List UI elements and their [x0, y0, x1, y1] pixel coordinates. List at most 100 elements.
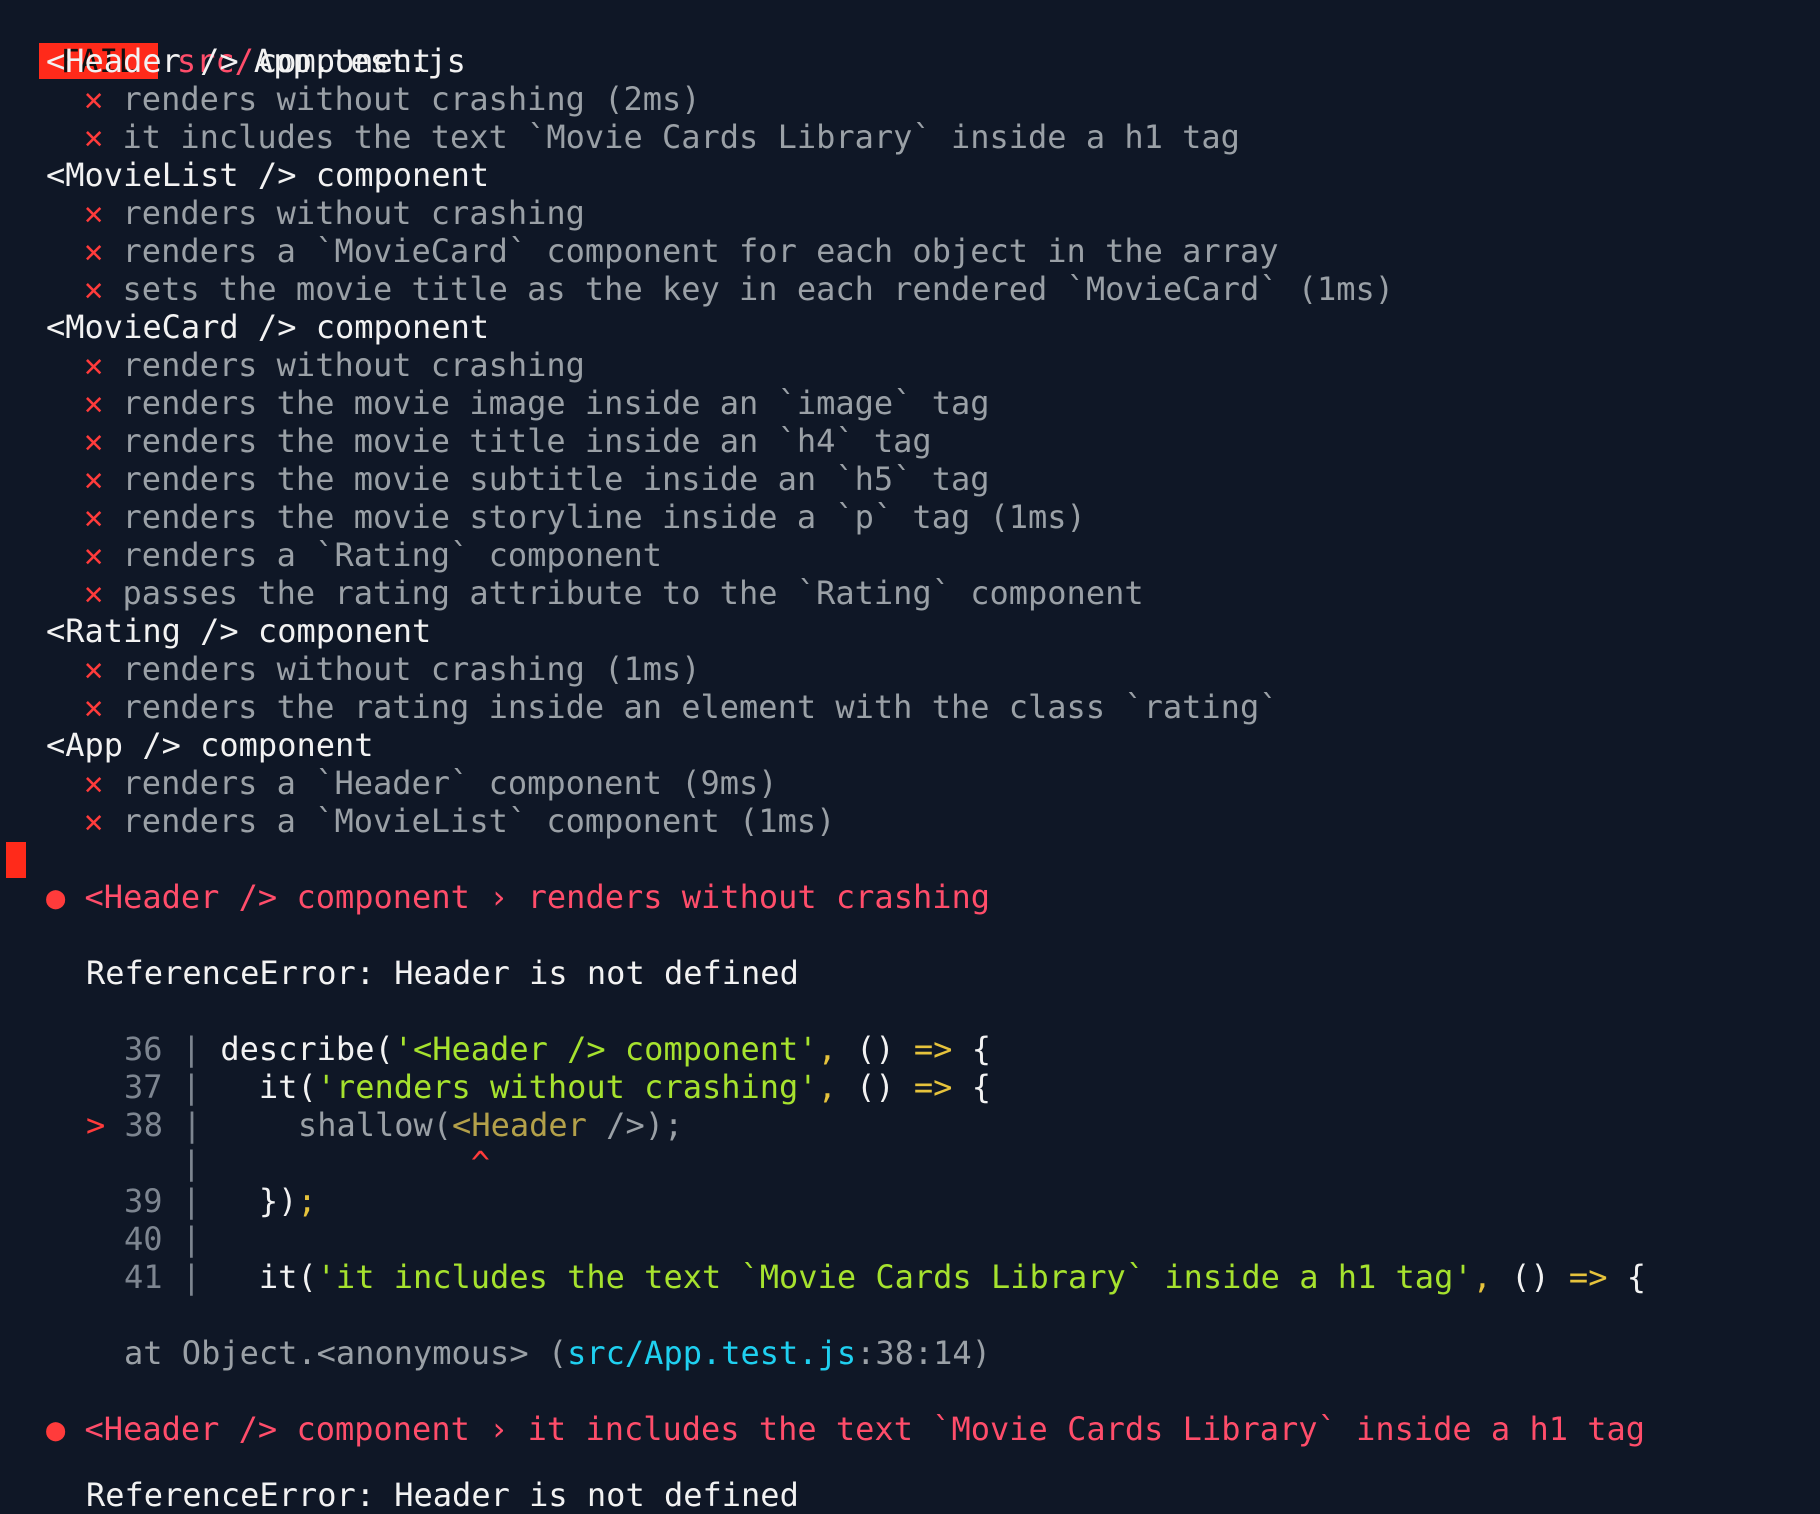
code-text: />);	[586, 1106, 684, 1144]
fail-cross-icon: ✕	[84, 118, 104, 156]
gutter-pipe: |	[181, 1144, 202, 1182]
suite-title: <Header /> component	[46, 42, 432, 80]
fail-cross-icon: ✕	[84, 688, 104, 726]
stack-prefix: at Object.<anonymous> (	[124, 1334, 568, 1372]
gutter-pipe: |	[181, 1030, 202, 1068]
gutter-pipe: |	[181, 1068, 202, 1106]
fail-cross-icon: ✕	[84, 80, 104, 118]
line-number: 40	[124, 1220, 163, 1258]
code-arrow: =>	[913, 1068, 953, 1106]
fail-cross-icon: ✕	[84, 270, 104, 308]
suite-title: <MovieList /> component	[46, 156, 490, 194]
code-text: ()	[1491, 1258, 1569, 1296]
test-name: sets the movie title as the key in each …	[122, 270, 1395, 308]
fail-cross-icon: ✕	[84, 422, 104, 460]
test-result-row: ✕ renders without crashing (1ms)	[84, 650, 701, 688]
gutter-pipe: |	[181, 1182, 202, 1220]
code-string: '<Header /> component'	[393, 1030, 818, 1068]
code-punct: ,	[1472, 1258, 1492, 1296]
code-string: 'it includes the text `Movie Cards Libra…	[316, 1258, 1473, 1296]
test-file-header: FAIL src/App.test.js	[0, 4, 466, 80]
code-line: 39 | });	[124, 1182, 317, 1220]
test-name: it includes the text `Movie Cards Librar…	[122, 118, 1240, 156]
error-line-marker: >	[86, 1106, 106, 1144]
code-text: })	[258, 1182, 298, 1220]
code-arrow: =>	[1568, 1258, 1608, 1296]
test-result-row: ✕ sets the movie title as the key in eac…	[84, 270, 1394, 308]
suite-title: <MovieCard /> component	[46, 308, 490, 346]
test-name: renders a `MovieCard` component for each…	[122, 232, 1279, 270]
test-result-row: ✕ renders without crashing	[84, 346, 585, 384]
test-result-row: ✕ renders the movie title inside an `h4`…	[84, 422, 932, 460]
bullet-icon: ●	[46, 1410, 66, 1448]
code-punct: ,	[817, 1030, 837, 1068]
line-number: 39	[124, 1182, 163, 1220]
failure-heading-text: <Header /> component › it includes the t…	[84, 1410, 1646, 1448]
gutter-pipe: |	[181, 1220, 202, 1258]
bullet-icon: ●	[46, 878, 66, 916]
test-result-row: ✕ renders the movie image inside an `ima…	[84, 384, 989, 422]
test-result-row: ✕ renders a `Rating` component	[84, 536, 662, 574]
code-punct: ;	[297, 1182, 317, 1220]
fail-cross-icon: ✕	[84, 498, 104, 536]
test-result-row: ✕ renders the movie subtitle inside an `…	[84, 460, 989, 498]
stack-suffix: :38:14)	[856, 1334, 991, 1372]
code-jsx: <Header	[452, 1106, 587, 1144]
code-text: it(	[258, 1068, 317, 1106]
error-message-partial: ReferenceError: Header is not defined	[86, 1476, 799, 1514]
fail-cross-icon: ✕	[84, 232, 104, 270]
fail-cross-icon: ✕	[84, 346, 104, 384]
test-name: renders the movie storyline inside a `p`…	[122, 498, 1086, 536]
code-line: | ^	[124, 1144, 490, 1182]
suite-title: <App /> component	[46, 726, 374, 764]
test-name: renders without crashing	[122, 194, 585, 232]
code-arrow: =>	[913, 1030, 953, 1068]
fail-cross-icon: ✕	[84, 384, 104, 422]
error-message: ReferenceError: Header is not defined	[86, 954, 799, 992]
fail-cross-icon: ✕	[84, 536, 104, 574]
code-line-highlighted: > 38 | shallow(<Header />);	[86, 1106, 683, 1144]
code-text: {	[952, 1030, 991, 1068]
test-name: renders the movie title inside an `h4` t…	[122, 422, 932, 460]
gutter-pipe: |	[181, 1258, 202, 1296]
test-result-row: ✕ renders the rating inside an element w…	[84, 688, 1278, 726]
test-result-row: ✕ it includes the text `Movie Cards Libr…	[84, 118, 1240, 156]
test-result-row: ✕ renders a `MovieCard` component for ea…	[84, 232, 1278, 270]
test-result-row: ✕ renders without crashing (2ms)	[84, 80, 701, 118]
test-result-row: ✕ renders without crashing	[84, 194, 585, 232]
code-text: {	[1607, 1258, 1646, 1296]
code-line: 40 |	[124, 1220, 201, 1258]
fail-cross-icon: ✕	[84, 460, 104, 498]
code-line: 41 | it('it includes the text `Movie Car…	[124, 1258, 1646, 1296]
code-text: {	[952, 1068, 991, 1106]
fail-cross-icon: ✕	[84, 764, 104, 802]
code-text: it(	[258, 1258, 317, 1296]
stack-file-link[interactable]: src/App.test.js	[567, 1334, 856, 1372]
line-number: 37	[124, 1068, 163, 1106]
code-line: 37 | it('renders without crashing', () =…	[124, 1068, 991, 1106]
line-number: 38	[124, 1106, 164, 1144]
test-result-row: ✕ renders a `Header` component (9ms)	[84, 764, 778, 802]
suite-title: <Rating /> component	[46, 612, 432, 650]
failure-heading-text: <Header /> component › renders without c…	[84, 878, 991, 916]
fail-cross-icon: ✕	[84, 194, 104, 232]
code-text: ()	[836, 1030, 914, 1068]
code-string: 'renders without crashing'	[316, 1068, 818, 1106]
test-name: renders without crashing (1ms)	[122, 650, 701, 688]
line-number: 41	[124, 1258, 163, 1296]
failure-heading: ● <Header /> component › it includes the…	[46, 1410, 1645, 1448]
code-text: shallow(	[297, 1106, 453, 1144]
fail-cross-icon: ✕	[84, 802, 104, 840]
code-line: 36 | describe('<Header /> component', ()…	[124, 1030, 991, 1068]
code-text: ()	[836, 1068, 914, 1106]
failure-heading: ● <Header /> component › renders without…	[46, 878, 990, 916]
test-result-row: ✕ passes the rating attribute to the `Ra…	[84, 574, 1144, 612]
fail-cross-icon: ✕	[84, 650, 104, 688]
error-caret: ^	[470, 1144, 491, 1182]
test-name: renders the movie image inside an `image…	[122, 384, 990, 422]
test-name: renders a `MovieList` component (1ms)	[122, 802, 836, 840]
code-punct: ,	[817, 1068, 837, 1106]
stack-trace: at Object.<anonymous> (src/App.test.js:3…	[124, 1334, 991, 1372]
test-result-row: ✕ renders the movie storyline inside a `…	[84, 498, 1086, 536]
test-name: renders the movie subtitle inside an `h5…	[122, 460, 990, 498]
